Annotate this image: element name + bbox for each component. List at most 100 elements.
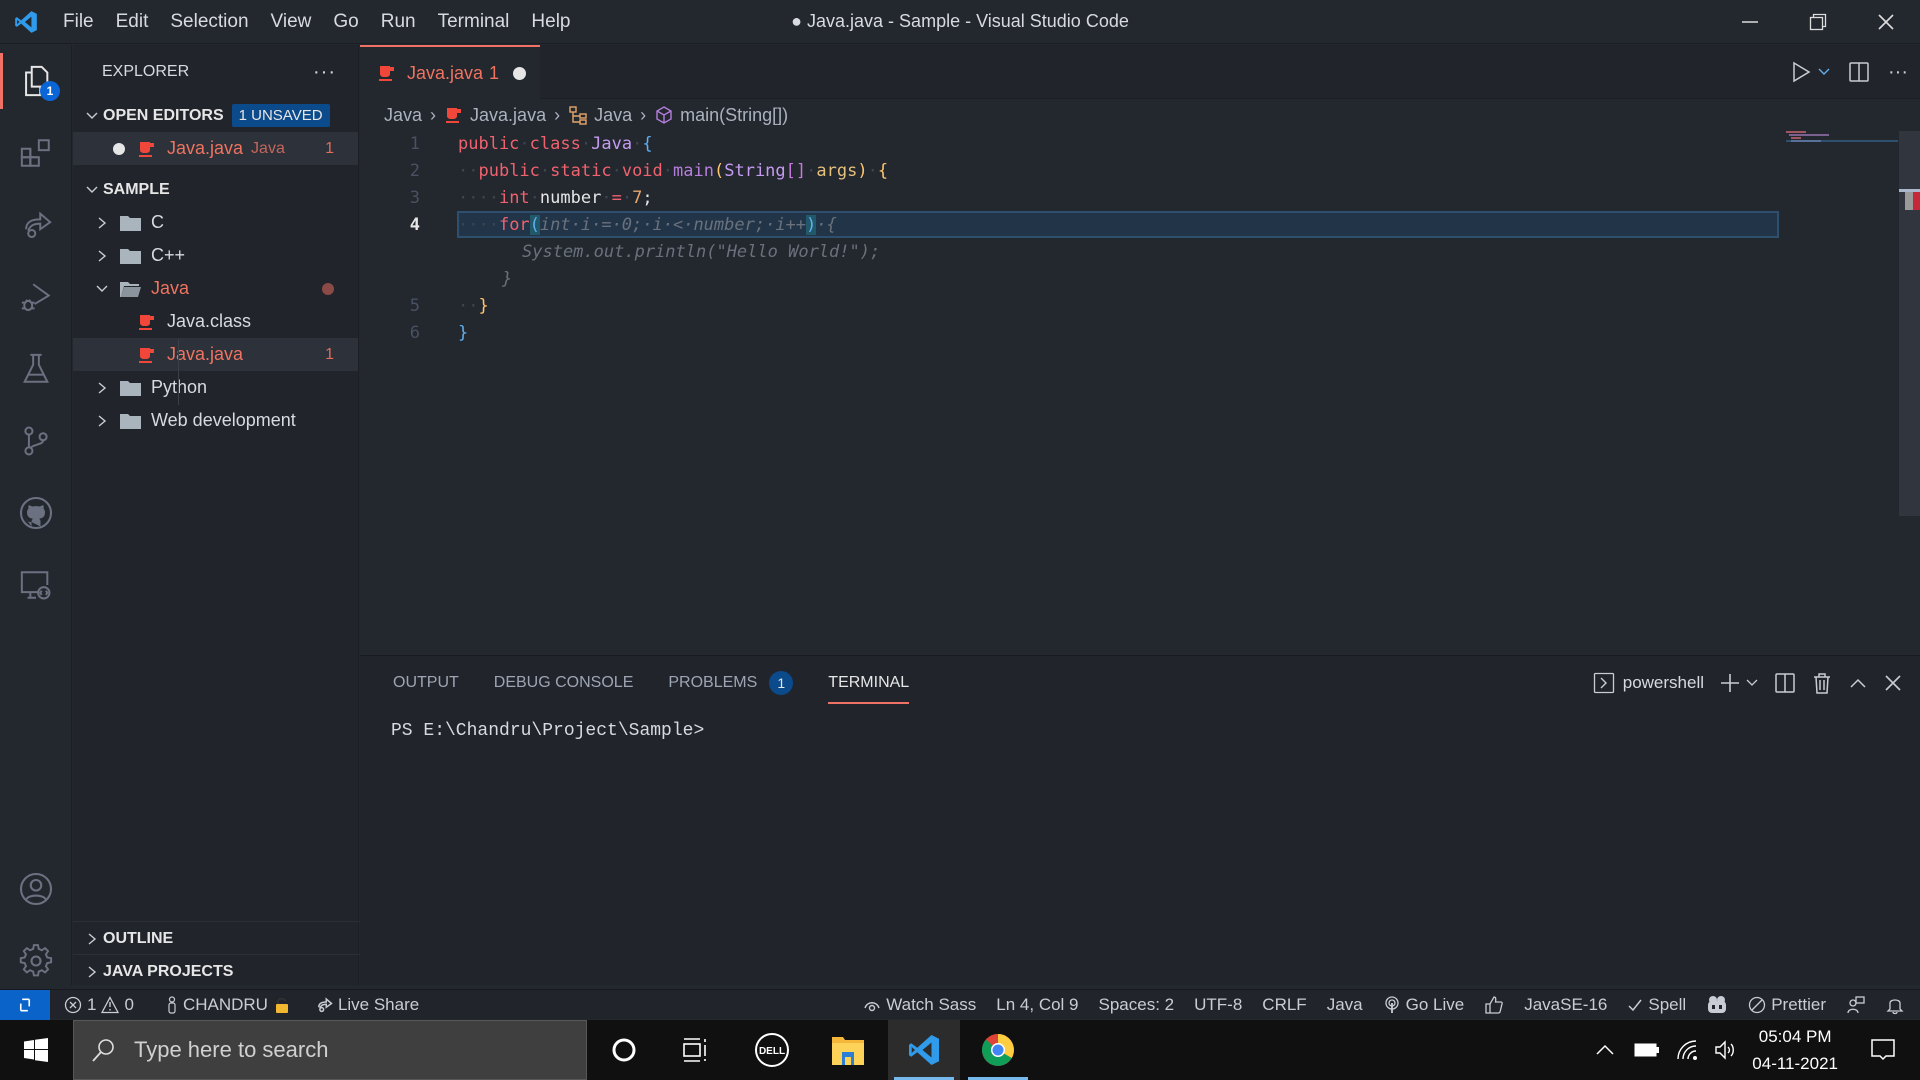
activity-live-share[interactable] — [0, 189, 72, 261]
activity-run-debug[interactable] — [0, 261, 72, 333]
breadcrumb-class[interactable]: Java — [594, 105, 632, 126]
remote-indicator[interactable] — [0, 989, 50, 1020]
chevron-up-icon[interactable] — [1848, 673, 1868, 693]
tree-item-java-class[interactable]: Java.class — [73, 305, 358, 338]
chrome-taskbar-button[interactable] — [962, 1020, 1034, 1080]
close-window-button[interactable] — [1852, 0, 1920, 44]
tab-terminal[interactable]: TERMINAL — [828, 656, 909, 710]
minimize-button[interactable] — [1716, 0, 1784, 44]
tab-output[interactable]: OUTPUT — [393, 656, 459, 710]
chevron-right-icon — [81, 932, 103, 946]
activity-source-control[interactable] — [0, 405, 72, 477]
dell-app-button[interactable]: DELL — [736, 1020, 808, 1080]
vscode-taskbar-button[interactable] — [888, 1020, 960, 1080]
notification-center-icon[interactable] — [1870, 1038, 1896, 1062]
terminal-prompt[interactable]: PS E:\Chandru\Project\Sample> — [391, 721, 704, 741]
split-terminal-icon[interactable] — [1774, 672, 1796, 694]
code-editor[interactable]: 1 2 3 4 5 6 public·class·Java·{ ··public… — [360, 131, 1780, 651]
new-terminal-button[interactable] — [1720, 673, 1758, 693]
feedback-status[interactable] — [1474, 990, 1514, 1020]
breadcrumb-method[interactable]: main(String[]) — [680, 105, 788, 126]
activity-explorer[interactable]: 1 — [0, 45, 72, 117]
activity-remote-explorer[interactable] — [0, 549, 72, 621]
more-actions-icon[interactable]: ··· — [1888, 61, 1908, 84]
chevron-right-icon: › — [640, 104, 647, 125]
trash-icon[interactable] — [1812, 672, 1832, 694]
panel-tabs: OUTPUT DEBUG CONSOLE PROBLEMS 1 TERMINAL — [393, 656, 944, 710]
open-editors-header[interactable]: OPEN EDITORS 1 UNSAVED — [73, 99, 358, 132]
more-actions-button[interactable]: ··· — [313, 61, 336, 84]
breadcrumb-folder[interactable]: Java — [384, 105, 422, 126]
taskbar-search[interactable]: Type here to search — [73, 1020, 587, 1080]
editor-scrollbar[interactable] — [1899, 131, 1920, 516]
cortana-button[interactable] — [588, 1020, 660, 1080]
spell-status[interactable]: Spell — [1617, 990, 1696, 1020]
activity-manage[interactable] — [0, 925, 72, 997]
tree-item-python[interactable]: Python — [73, 371, 358, 404]
restore-button[interactable] — [1784, 0, 1852, 44]
tree-item-java-java[interactable]: Java.java 1 — [73, 338, 358, 371]
tab-java-java[interactable]: Java.java 1 — [360, 45, 540, 99]
wifi-icon[interactable] — [1676, 1039, 1700, 1061]
activity-accounts[interactable] — [0, 853, 72, 925]
explorer-badge: 1 — [40, 81, 60, 101]
tree-item-web-development[interactable]: Web development — [73, 404, 358, 437]
chevron-up-icon[interactable] — [1594, 1039, 1616, 1061]
menu-help[interactable]: Help — [520, 0, 581, 44]
workspace-label: SAMPLE — [103, 180, 170, 198]
breadcrumb-file[interactable]: Java.java — [470, 105, 546, 126]
chevron-down-icon — [81, 183, 103, 197]
unsaved-dot-icon[interactable] — [513, 66, 527, 80]
close-panel-icon[interactable] — [1884, 674, 1902, 692]
cursor-position[interactable]: Ln 4, Col 9 — [986, 990, 1088, 1020]
tree-item-c[interactable]: C — [73, 206, 358, 239]
split-editor-icon[interactable] — [1848, 61, 1870, 83]
battery-icon[interactable] — [1634, 1042, 1660, 1058]
menu-terminal[interactable]: Terminal — [427, 0, 521, 44]
go-live-status[interactable]: Go Live — [1373, 990, 1475, 1020]
indentation[interactable]: Spaces: 2 — [1089, 990, 1185, 1020]
user-status[interactable]: CHANDRU — [156, 990, 301, 1020]
menu-edit[interactable]: Edit — [105, 0, 160, 44]
prettier-status[interactable]: Prettier — [1738, 990, 1836, 1020]
menu-selection[interactable]: Selection — [159, 0, 259, 44]
activity-github[interactable] — [0, 477, 72, 549]
copilot-status[interactable] — [1696, 990, 1738, 1020]
activity-extensions[interactable] — [0, 117, 72, 189]
chevron-right-icon — [90, 414, 114, 428]
menu-go[interactable]: Go — [322, 0, 369, 44]
menu-view[interactable]: View — [260, 0, 323, 44]
activity-testing[interactable] — [0, 333, 72, 405]
outline-header[interactable]: OUTLINE — [73, 922, 359, 955]
tab-debug-console[interactable]: DEBUG CONSOLE — [494, 656, 634, 710]
tree-item-cpp[interactable]: C++ — [73, 239, 358, 272]
file-explorer-button[interactable] — [812, 1020, 884, 1080]
volume-icon[interactable] — [1714, 1039, 1738, 1061]
workspace-header[interactable]: SAMPLE — [73, 173, 358, 206]
notifications-button[interactable] — [1876, 990, 1920, 1020]
clock[interactable]: 05:04 PM 04-11-2021 — [1752, 1023, 1838, 1077]
menu-file[interactable]: File — [52, 0, 105, 44]
language-mode[interactable]: Java — [1317, 990, 1373, 1020]
dirty-dot-icon[interactable] — [113, 142, 125, 155]
start-button[interactable] — [0, 1020, 72, 1080]
problems-status[interactable]: 1 0 — [54, 990, 144, 1020]
watch-sass-status[interactable]: Watch Sass — [853, 990, 986, 1020]
menu-run[interactable]: Run — [370, 0, 427, 44]
open-editor-item[interactable]: Java.java Java 1 — [73, 132, 358, 165]
run-button[interactable] — [1790, 61, 1830, 83]
minimap[interactable] — [1786, 131, 1901, 142]
encoding[interactable]: UTF-8 — [1184, 990, 1252, 1020]
java-projects-header[interactable]: JAVA PROJECTS — [73, 955, 359, 988]
warning-icon — [101, 995, 120, 1013]
tree-item-java-folder[interactable]: Java — [73, 272, 358, 305]
task-view-button[interactable] — [660, 1020, 732, 1080]
terminal-selector[interactable]: powershell — [1593, 672, 1704, 694]
java-version[interactable]: JavaSE-16 — [1514, 990, 1617, 1020]
live-share-status[interactable]: Live Share — [305, 990, 429, 1020]
bell-icon — [1886, 999, 1904, 1015]
github-icon — [19, 496, 53, 530]
accounts-status[interactable] — [1836, 990, 1876, 1020]
line-ending[interactable]: CRLF — [1252, 990, 1316, 1020]
tab-problems[interactable]: PROBLEMS 1 — [668, 656, 794, 710]
